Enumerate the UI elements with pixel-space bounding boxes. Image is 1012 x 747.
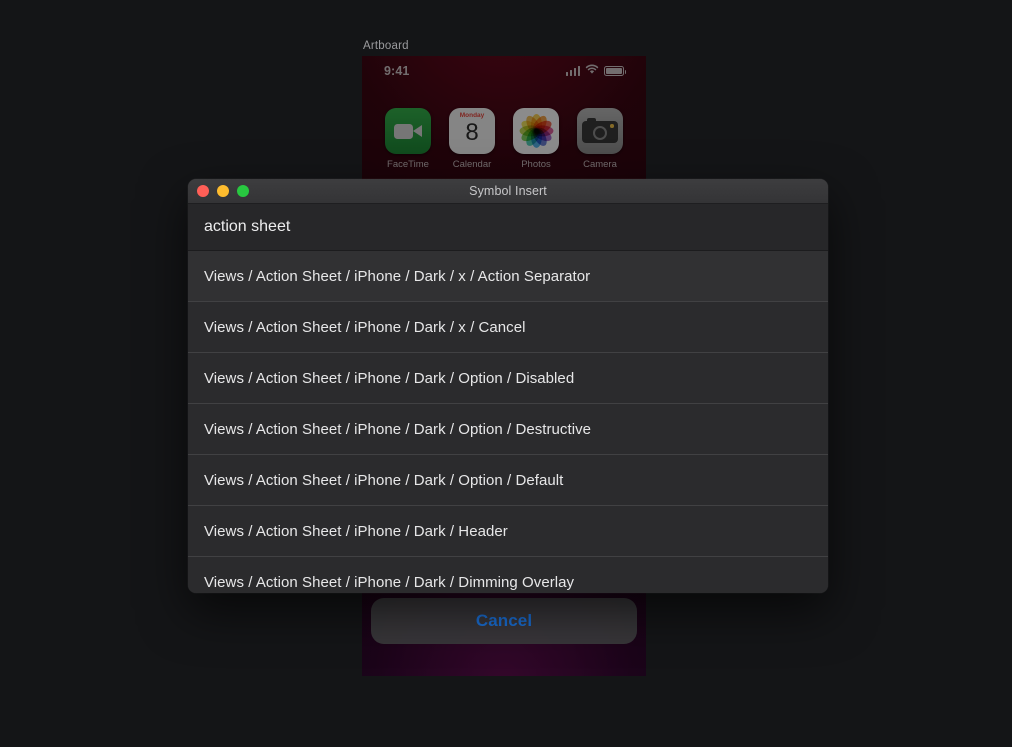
search-result-label: Views / Action Sheet / iPhone / Dark / D… (204, 574, 575, 591)
search-result-row[interactable]: Views / Action Sheet / iPhone / Dark / D… (188, 557, 828, 593)
search-result-row[interactable]: Views / Action Sheet / iPhone / Dark / O… (188, 404, 828, 455)
search-input[interactable] (204, 218, 828, 236)
window-title: Symbol Insert (469, 184, 547, 198)
search-results-list[interactable]: Views / Action Sheet / iPhone / Dark / x… (188, 251, 828, 593)
symbol-insert-window[interactable]: Symbol Insert Views / Action Sheet / iPh… (188, 179, 828, 593)
search-result-label: Views / Action Sheet / iPhone / Dark / O… (204, 471, 564, 489)
search-row[interactable] (188, 204, 828, 251)
search-result-label: Views / Action Sheet / iPhone / Dark / x… (204, 318, 526, 336)
search-result-row[interactable]: Views / Action Sheet / iPhone / Dark / O… (188, 455, 828, 506)
search-result-row[interactable]: Views / Action Sheet / iPhone / Dark / x… (188, 302, 828, 353)
search-result-label: Views / Action Sheet / iPhone / Dark / H… (204, 522, 508, 540)
close-icon[interactable] (197, 185, 209, 197)
search-result-row[interactable]: Views / Action Sheet / iPhone / Dark / x… (188, 251, 828, 302)
action-sheet-cancel-label: Cancel (475, 611, 533, 630)
search-result-row[interactable]: Views / Action Sheet / iPhone / Dark / H… (188, 506, 828, 557)
minimize-icon[interactable] (217, 185, 229, 197)
search-result-label: Views / Action Sheet / iPhone / Dark / O… (204, 369, 575, 387)
maximize-icon[interactable] (237, 185, 249, 197)
window-titlebar[interactable]: Symbol Insert (188, 179, 828, 204)
traffic-lights[interactable] (197, 185, 249, 197)
search-result-label: Views / Action Sheet / iPhone / Dark / x… (204, 267, 591, 285)
screen: Artboard 9:41 FaceTime Monday 8 Calendar… (0, 0, 1012, 747)
search-result-label: Views / Action Sheet / iPhone / Dark / O… (204, 420, 592, 438)
action-sheet-cancel-button[interactable]: Cancel (371, 598, 637, 644)
artboard-label: Artboard (363, 40, 409, 52)
search-result-row[interactable]: Views / Action Sheet / iPhone / Dark / O… (188, 353, 828, 404)
